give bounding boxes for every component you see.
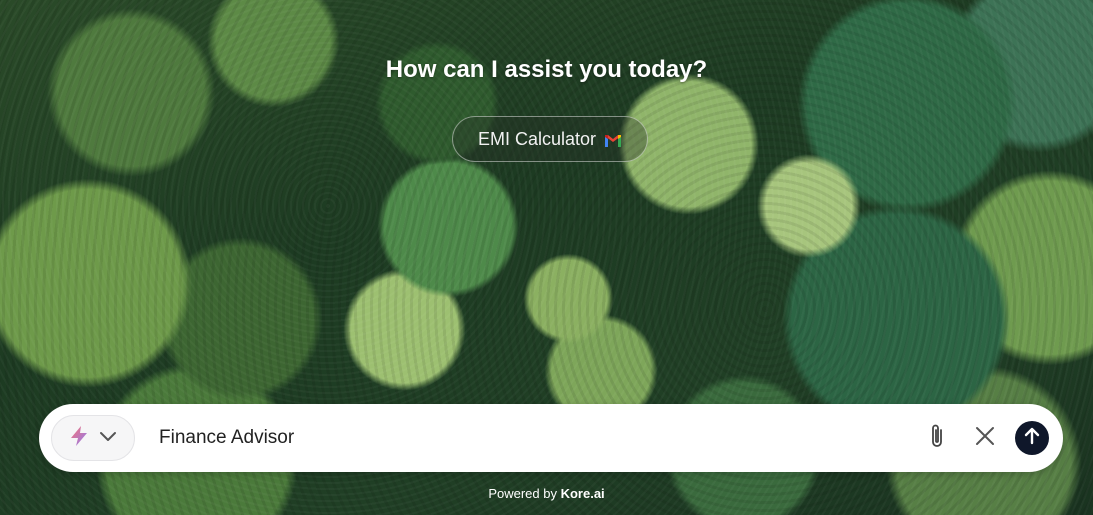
gmail-icon [604,132,622,147]
attach-button[interactable] [919,420,955,456]
brand-link[interactable]: Kore.ai [561,486,605,501]
paperclip-icon [929,423,945,454]
message-input[interactable] [157,426,907,450]
chip-label: EMI Calculator [477,128,597,149]
emi-calculator-chip[interactable]: EMI Calculator [452,116,648,162]
powered-by-text: Powered by [488,486,557,501]
clear-button[interactable] [967,420,1003,456]
send-button[interactable] [1015,421,1049,455]
close-icon [975,426,995,451]
agent-selector[interactable] [51,415,135,461]
lightning-icon [69,425,89,452]
arrow-up-icon [1024,427,1040,450]
message-composer [39,404,1063,472]
page-heading: How can I assist you today? [385,56,708,83]
powered-by-footer: Powered by Kore.ai [0,486,1093,501]
chevron-down-icon [99,429,117,447]
